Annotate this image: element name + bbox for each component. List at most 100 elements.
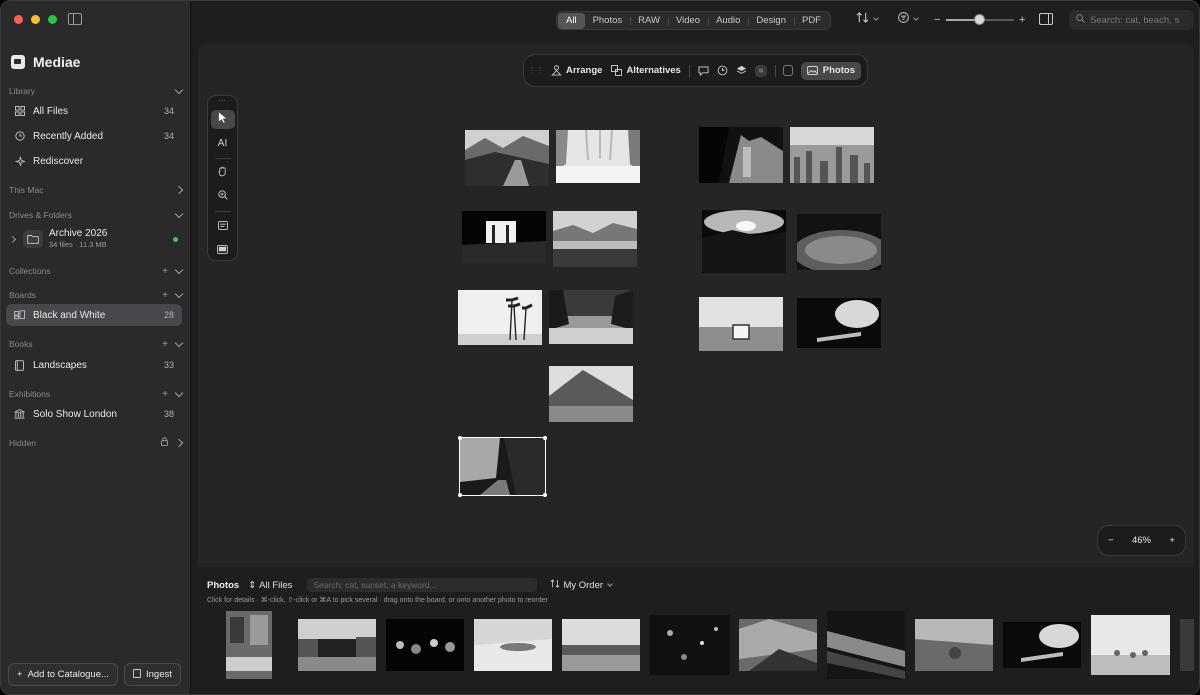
strip-order-dropdown[interactable]: My Order (550, 579, 613, 591)
disclosure-chevron-icon[interactable] (8, 235, 17, 243)
strip-thumbnail[interactable] (1003, 622, 1081, 668)
select-all-checkbox[interactable] (783, 65, 793, 76)
filter-tab-raw[interactable]: RAW (630, 13, 668, 29)
section-exhibitions-header[interactable]: Exhibitions + (9, 387, 184, 401)
strip-thumbnail[interactable] (474, 619, 552, 671)
resize-handle[interactable] (458, 493, 462, 497)
history-icon[interactable] (717, 65, 728, 77)
chevron-right-icon[interactable] (174, 185, 184, 195)
plus-icon[interactable]: + (162, 339, 168, 350)
pan-tool-button[interactable] (211, 164, 235, 183)
filter-tab-design[interactable]: Design (748, 13, 794, 29)
section-drives-header[interactable]: Drives & Folders (9, 208, 184, 222)
layers-icon[interactable] (736, 65, 747, 77)
strip-thumbnail[interactable] (1180, 619, 1194, 671)
close-window-button[interactable] (14, 15, 23, 24)
sidebar-item-rediscover[interactable]: Rediscover (6, 150, 182, 172)
text-tool-button[interactable]: AI (211, 134, 235, 153)
zoom-in-button[interactable]: + (1169, 535, 1175, 546)
plus-icon[interactable]: + (162, 389, 168, 400)
compare-icon[interactable] (754, 64, 767, 77)
board-photo[interactable] (549, 290, 633, 344)
zoom-in-icon[interactable]: + (1019, 14, 1025, 26)
sidebar-item-all-files[interactable]: All Files 34 (6, 100, 182, 122)
chevron-down-icon[interactable] (174, 338, 184, 347)
filter-tab-audio[interactable]: Audio (708, 13, 748, 29)
chevron-down-icon[interactable] (174, 265, 184, 274)
resize-handle[interactable] (458, 436, 462, 440)
zoom-tool-button[interactable] (211, 188, 235, 207)
sort-button[interactable] (856, 12, 879, 26)
chevron-down-icon[interactable] (174, 85, 184, 94)
plus-icon[interactable]: + (162, 290, 168, 301)
board-photo[interactable] (702, 210, 786, 273)
chevron-down-icon[interactable] (174, 289, 184, 298)
arrange-button[interactable]: Arrange (550, 65, 602, 77)
note-tool-button[interactable] (211, 217, 235, 236)
chevron-down-icon[interactable] (174, 209, 184, 218)
sidebar-toggle-icon[interactable] (68, 13, 82, 25)
view-options-button[interactable] (898, 12, 919, 26)
board-photo[interactable] (556, 130, 640, 183)
strip-thumbnail[interactable] (827, 611, 905, 679)
board-photo[interactable] (699, 297, 783, 351)
strip-source-dropdown[interactable]: ⇕ All Files (248, 580, 292, 591)
zoom-out-button[interactable]: − (1108, 535, 1114, 546)
board-canvas[interactable]: ⋮⋮ Arrange Alternatives Photos ⋯ AI − 46… (198, 43, 1194, 567)
drag-handle-icon[interactable]: ⋮⋮ (528, 65, 544, 77)
select-tool-button[interactable] (210, 110, 235, 129)
board-photo-selected[interactable] (459, 437, 546, 496)
strip-thumbnail[interactable] (226, 611, 272, 679)
chevron-down-icon[interactable] (174, 388, 184, 397)
strip-thumbnail[interactable] (650, 615, 730, 675)
chevron-right-icon[interactable] (174, 438, 184, 448)
section-collections-header[interactable]: Collections + (9, 264, 184, 278)
filter-tab-all[interactable]: All (558, 12, 585, 29)
section-boards-header[interactable]: Boards + (9, 288, 184, 302)
sidebar-item-solo-show-london[interactable]: Solo Show London 38 (6, 403, 182, 425)
strip-search-input[interactable]: Search: cat, sunset, a keyword... (307, 578, 538, 592)
drag-handle-icon[interactable]: ⋯ (219, 97, 227, 105)
thumbnail-size-slider[interactable] (946, 14, 1014, 25)
strip-thumbnail[interactable] (739, 619, 817, 671)
section-this-mac-header[interactable]: This Mac (9, 183, 184, 197)
section-hidden-header[interactable]: Hidden (9, 436, 184, 450)
add-to-catalogue-button[interactable]: + Add to Catalogue... (8, 663, 118, 686)
filter-tab-video[interactable]: Video (667, 13, 708, 29)
sidebar-item-black-and-white[interactable]: Black and White 28 (6, 304, 182, 326)
media-type-filter[interactable]: All Photos RAW Video Audio Design PDF (556, 11, 831, 30)
strip-thumbnail[interactable] (562, 619, 640, 671)
alternatives-button[interactable]: Alternatives (610, 65, 681, 77)
zoom-window-button[interactable] (48, 15, 57, 24)
photos-source-button[interactable]: Photos (800, 61, 861, 80)
board-photo[interactable] (462, 211, 546, 263)
sidebar-item-recently-added[interactable]: Recently Added 34 (6, 125, 182, 147)
strip-thumbnail[interactable] (915, 619, 993, 671)
board-photo[interactable] (790, 127, 874, 183)
strip-thumbnail[interactable] (298, 619, 376, 671)
ingest-button[interactable]: Ingest (124, 663, 181, 686)
filter-tab-pdf[interactable]: PDF (793, 13, 829, 29)
board-photo[interactable] (699, 127, 783, 183)
board-photo[interactable] (465, 130, 549, 186)
resize-handle[interactable] (543, 493, 547, 497)
plus-icon[interactable]: + (162, 266, 168, 277)
frame-tool-button[interactable] (211, 241, 235, 260)
sidebar-item-landscapes[interactable]: Landscapes 33 (6, 354, 182, 376)
zoom-out-icon[interactable]: − (934, 14, 940, 26)
board-photo[interactable] (797, 214, 881, 270)
board-photo[interactable] (553, 211, 637, 267)
board-photo[interactable] (458, 290, 542, 345)
filter-tab-photos[interactable]: Photos (585, 13, 631, 29)
minimize-window-button[interactable] (31, 15, 40, 24)
section-library-header[interactable]: Library (9, 84, 184, 98)
comment-icon[interactable] (698, 65, 709, 77)
section-books-header[interactable]: Books + (9, 337, 184, 351)
resize-handle[interactable] (543, 436, 547, 440)
strip-thumbnail[interactable] (1091, 615, 1170, 675)
slider-knob[interactable] (973, 14, 985, 25)
board-photo[interactable] (549, 366, 633, 422)
strip-thumbnail[interactable] (386, 619, 464, 671)
board-photo[interactable] (797, 298, 881, 348)
drive-archive-2026[interactable]: Archive 2026 34 files · 11.3 MB (6, 226, 182, 252)
